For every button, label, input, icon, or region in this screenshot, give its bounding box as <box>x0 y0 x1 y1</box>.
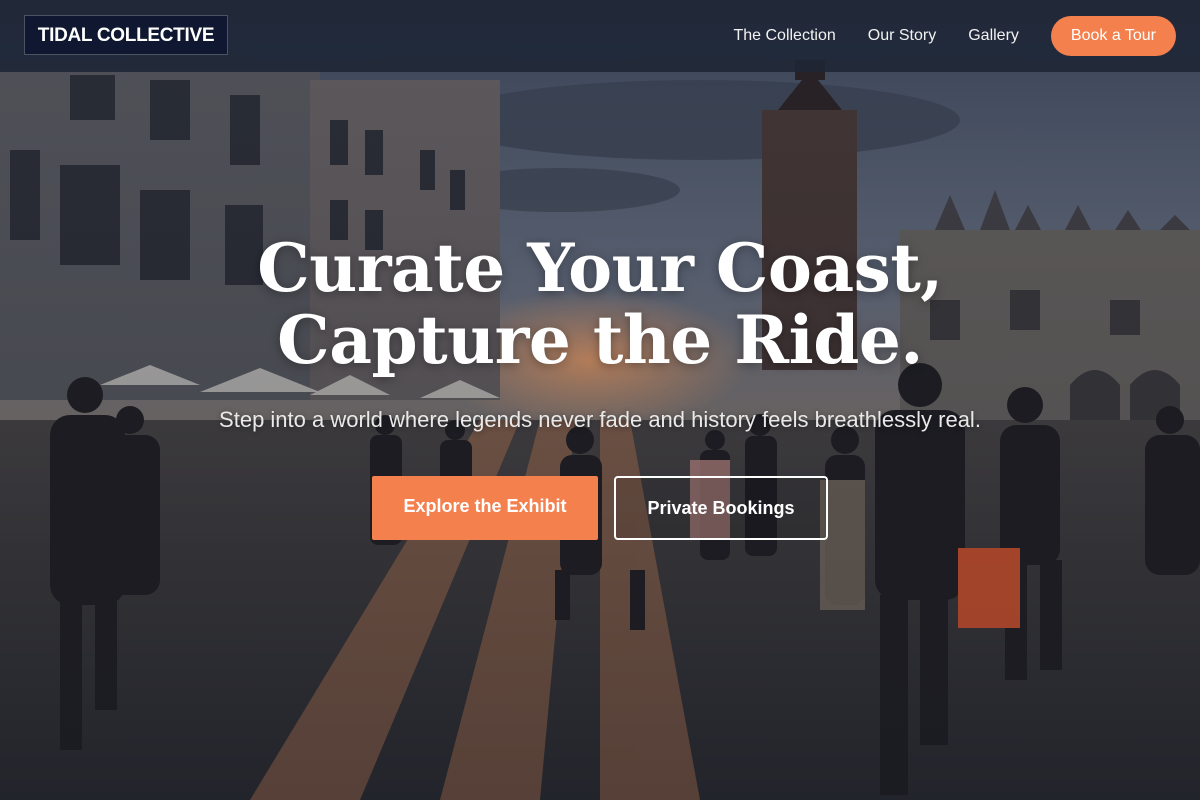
brand-logo[interactable]: TIDAL COLLECTIVE <box>24 15 228 55</box>
main-nav: The Collection Our Story Gallery Book a … <box>733 16 1176 56</box>
hero-section: TIDAL COLLECTIVE The Collection Our Stor… <box>0 0 1200 800</box>
hero-headline: Curate Your Coast, Capture the Ride. <box>0 232 1200 376</box>
hero-cta-row: Explore the Exhibit Private Bookings <box>0 476 1200 540</box>
top-navbar: TIDAL COLLECTIVE The Collection Our Stor… <box>0 0 1200 72</box>
book-tour-button[interactable]: Book a Tour <box>1050 16 1176 56</box>
nav-link-gallery[interactable]: Gallery <box>968 27 1019 45</box>
hero-subheadline: Step into a world where legends never fa… <box>219 407 981 432</box>
private-bookings-button[interactable]: Private Bookings <box>614 476 828 540</box>
hero-headline-line-1: Curate Your Coast, <box>257 229 943 307</box>
nav-link-our-story[interactable]: Our Story <box>868 27 936 45</box>
hero-headline-line-2: Capture the Ride. <box>277 301 923 379</box>
explore-exhibit-button[interactable]: Explore the Exhibit <box>372 476 598 540</box>
hero-content: Curate Your Coast, Capture the Ride. Ste… <box>0 232 1200 540</box>
nav-link-collection[interactable]: The Collection <box>733 27 835 45</box>
